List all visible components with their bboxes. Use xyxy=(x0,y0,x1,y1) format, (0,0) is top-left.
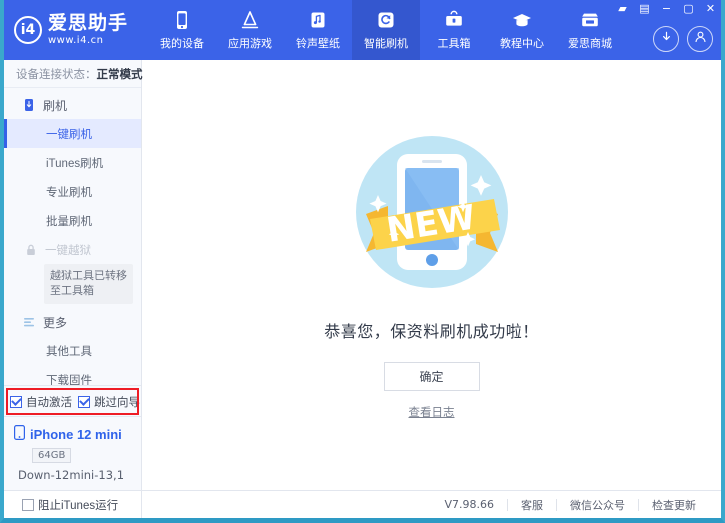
sidebar-group-flash: 刷机 xyxy=(4,91,141,119)
nav-label: 应用游戏 xyxy=(228,35,272,51)
new-phone-illustration: NEW xyxy=(342,122,522,302)
logo-subtitle: www.i4.cn xyxy=(48,36,128,46)
shop-icon xyxy=(579,9,601,31)
sidebar-item-label: 其他工具 xyxy=(46,343,92,359)
connection-status-value: 正常模式 xyxy=(97,66,143,82)
window-controls: ▰ ▤ − ▢ ✕ xyxy=(616,2,717,15)
sidebar-item-label: iTunes刷机 xyxy=(46,155,103,171)
nav-label: 教程中心 xyxy=(500,35,544,51)
device-identifier: Down-12mini-13,1 xyxy=(18,468,141,482)
sidebar-item-itunes-flash[interactable]: iTunes刷机 xyxy=(4,148,141,177)
list-icon xyxy=(22,315,36,329)
device-name-row: iPhone 12 mini xyxy=(14,425,141,443)
view-log-link[interactable]: 查看日志 xyxy=(409,404,455,420)
app-window: i4 爱思助手 www.i4.cn 我的设备 应用游戏 xyxy=(0,0,725,523)
logo-mark-icon: i4 xyxy=(14,16,42,44)
menu-icon[interactable]: ▤ xyxy=(638,2,651,15)
checkbox-box[interactable] xyxy=(22,499,34,511)
sidebar-item-label: 专业刷机 xyxy=(46,184,92,200)
main-navigation: 我的设备 应用游戏 铃声壁纸 智能刷机 xyxy=(148,0,624,60)
logo-title: 爱思助手 xyxy=(48,14,128,33)
block-itunes-checkbox[interactable]: 阻止iTunes运行 xyxy=(22,497,118,513)
sidebar: 设备连接状态：正常模式 刷机 一键刷机 iTunes刷机 专业刷机 xyxy=(4,60,142,490)
maximize-button[interactable]: ▢ xyxy=(682,2,695,15)
sidebar-nav: 刷机 一键刷机 iTunes刷机 专业刷机 批量刷机 xyxy=(4,88,141,385)
nav-label: 铃声壁纸 xyxy=(296,35,340,51)
flash-phone-icon xyxy=(22,98,36,112)
notification-icon[interactable]: ▰ xyxy=(616,2,629,15)
lock-icon xyxy=(24,243,38,257)
phone-icon xyxy=(171,9,193,31)
downloads-button[interactable] xyxy=(653,26,679,52)
nav-item-apps-games[interactable]: 应用游戏 xyxy=(216,0,284,60)
header-actions xyxy=(653,26,713,52)
nav-label: 工具箱 xyxy=(438,35,471,51)
close-button[interactable]: ✕ xyxy=(704,2,717,15)
block-itunes-label: 阻止iTunes运行 xyxy=(38,497,118,513)
sidebar-item-label: 下载固件 xyxy=(46,372,92,386)
minimize-button[interactable]: − xyxy=(660,2,673,15)
jailbreak-tooltip: 越狱工具已转移至工具箱 xyxy=(44,264,133,304)
sidebar-item-label: 一键越狱 xyxy=(45,242,91,258)
sidebar-item-one-key-flash[interactable]: 一键刷机 xyxy=(4,119,141,148)
app-logo[interactable]: i4 爱思助手 www.i4.cn xyxy=(4,0,142,60)
logo-text: 爱思助手 www.i4.cn xyxy=(48,14,128,46)
version-label: V7.98.66 xyxy=(431,498,507,511)
status-bar-right: V7.98.66 客服 微信公众号 检查更新 xyxy=(142,491,721,518)
confirm-button[interactable]: 确定 xyxy=(384,362,480,391)
sidebar-item-label: 一键刷机 xyxy=(46,126,92,142)
graduation-icon xyxy=(511,9,533,31)
nav-label: 爱思商城 xyxy=(568,35,612,51)
sidebar-group-more: 更多 xyxy=(4,308,141,336)
user-icon xyxy=(693,29,708,49)
nav-item-toolbox[interactable]: 工具箱 xyxy=(420,0,488,60)
checkbox-box[interactable] xyxy=(78,396,90,408)
nav-label: 智能刷机 xyxy=(364,35,408,51)
wechat-link[interactable]: 微信公众号 xyxy=(557,497,638,513)
status-bar-left: 阻止iTunes运行 xyxy=(4,491,142,518)
nav-item-smart-flash[interactable]: 智能刷机 xyxy=(352,0,420,60)
nav-item-my-device[interactable]: 我的设备 xyxy=(148,0,216,60)
sidebar-item-pro-flash[interactable]: 专业刷机 xyxy=(4,177,141,206)
refresh-icon xyxy=(375,9,397,31)
app-header: i4 爱思助手 www.i4.cn 我的设备 应用游戏 xyxy=(4,0,721,60)
checkbox-box[interactable] xyxy=(10,396,22,408)
sidebar-item-other-tools[interactable]: 其他工具 xyxy=(4,336,141,365)
sidebar-item-one-key-jailbreak: 一键越狱 xyxy=(4,235,141,264)
device-phone-icon xyxy=(14,425,25,443)
customer-service-link[interactable]: 客服 xyxy=(508,497,556,513)
toolbox-icon xyxy=(443,9,465,31)
auto-activate-checkbox[interactable]: 自动激活 xyxy=(10,394,72,410)
sidebar-item-label: 批量刷机 xyxy=(46,213,92,229)
auto-activate-label: 自动激活 xyxy=(26,394,72,410)
main-content: NEW 恭喜您，保资料刷机成功啦！ 确定 查看日志 xyxy=(142,60,721,490)
sidebar-options: 自动激活 跳过向导 xyxy=(4,385,141,416)
skip-wizard-label: 跳过向导 xyxy=(94,394,140,410)
check-update-link[interactable]: 检查更新 xyxy=(639,497,709,513)
account-button[interactable] xyxy=(687,26,713,52)
device-capacity-badge: 64GB xyxy=(32,448,71,463)
success-illustration: NEW xyxy=(342,122,522,302)
app-body: 设备连接状态：正常模式 刷机 一键刷机 iTunes刷机 专业刷机 xyxy=(4,60,721,490)
success-message: 恭喜您，保资料刷机成功啦！ xyxy=(324,318,539,342)
appstore-icon xyxy=(239,9,261,31)
sidebar-group-title: 更多 xyxy=(43,314,67,331)
download-icon xyxy=(659,29,674,49)
sidebar-item-batch-flash[interactable]: 批量刷机 xyxy=(4,206,141,235)
connection-status: 设备连接状态：正常模式 xyxy=(4,60,141,88)
device-name: iPhone 12 mini xyxy=(30,427,122,442)
nav-item-store[interactable]: 爱思商城 xyxy=(556,0,624,60)
sidebar-group-title: 刷机 xyxy=(43,97,67,114)
nav-label: 我的设备 xyxy=(160,35,204,51)
status-bar: 阻止iTunes运行 V7.98.66 客服 微信公众号 检查更新 xyxy=(4,490,721,518)
music-icon xyxy=(307,9,329,31)
connection-status-label: 设备连接状态： xyxy=(16,66,97,82)
sidebar-item-download-firmware[interactable]: 下载固件 xyxy=(4,365,141,385)
device-info[interactable]: iPhone 12 mini 64GB Down-12mini-13,1 xyxy=(4,416,141,490)
nav-item-tutorials[interactable]: 教程中心 xyxy=(488,0,556,60)
skip-wizard-checkbox[interactable]: 跳过向导 xyxy=(78,394,140,410)
nav-item-ringtones-wallpaper[interactable]: 铃声壁纸 xyxy=(284,0,352,60)
